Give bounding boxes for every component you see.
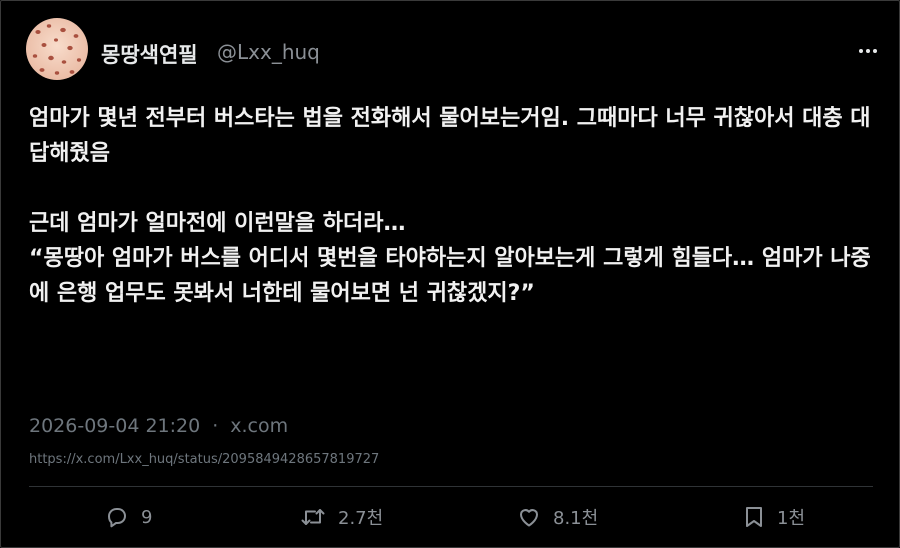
tweet-text-line: “몽땅아 엄마가 버스를 어디서 몇번을 타야하는지 알아보는게 그렇게 힘들다…: [29, 246, 871, 306]
like-button[interactable]: 8.1천: [517, 504, 598, 530]
source-label[interactable]: x.com: [230, 415, 288, 437]
divider: [29, 486, 873, 487]
avatar-image: [26, 18, 88, 80]
timestamp[interactable]: 2026-09-04 21:20: [29, 415, 200, 437]
tweet-text-blank-line: [29, 171, 879, 206]
bookmark-count: 1천: [777, 508, 806, 529]
more-options-button[interactable]: [853, 41, 883, 61]
reply-button[interactable]: 9: [105, 504, 152, 530]
display-name[interactable]: 몽땅색연필: [101, 39, 198, 69]
tweet-text: 엄마가 몇년 전부터 버스타는 법을 전화해서 물어보는거임. 그때마다 너무 …: [29, 101, 879, 311]
user-handle[interactable]: @Lxx_huq: [217, 40, 320, 64]
tweet-url[interactable]: https://x.com/Lxx_huq/status/20958494286…: [29, 452, 379, 467]
tweet-card: 몽땅색연필 @Lxx_huq 엄마가 몇년 전부터 버스타는 법을 전화해서 물…: [0, 0, 900, 548]
tweet-meta: 2026-09-04 21:20 · x.com: [29, 415, 288, 437]
retweet-button[interactable]: 2.7천: [300, 504, 383, 530]
avatar[interactable]: [26, 18, 88, 80]
like-count: 8.1천: [553, 508, 599, 529]
reply-icon: [108, 508, 126, 528]
tweet-text-line: 근데 엄마가 얼마전에 이런말을 하더라…: [29, 211, 406, 236]
bookmark-button[interactable]: 1천: [743, 504, 805, 530]
tweet-text-line: 엄마가 몇년 전부터 버스타는 법을 전화해서 물어보는거임. 그때마다 너무 …: [29, 106, 871, 166]
meta-separator: ·: [212, 415, 219, 437]
retweet-icon: [301, 509, 325, 525]
retweet-count: 2.7천: [338, 508, 384, 529]
bookmark-icon: [746, 507, 762, 527]
reply-count: 9: [141, 506, 153, 528]
heart-icon: [520, 509, 538, 527]
more-horizontal-icon: [859, 49, 877, 53]
